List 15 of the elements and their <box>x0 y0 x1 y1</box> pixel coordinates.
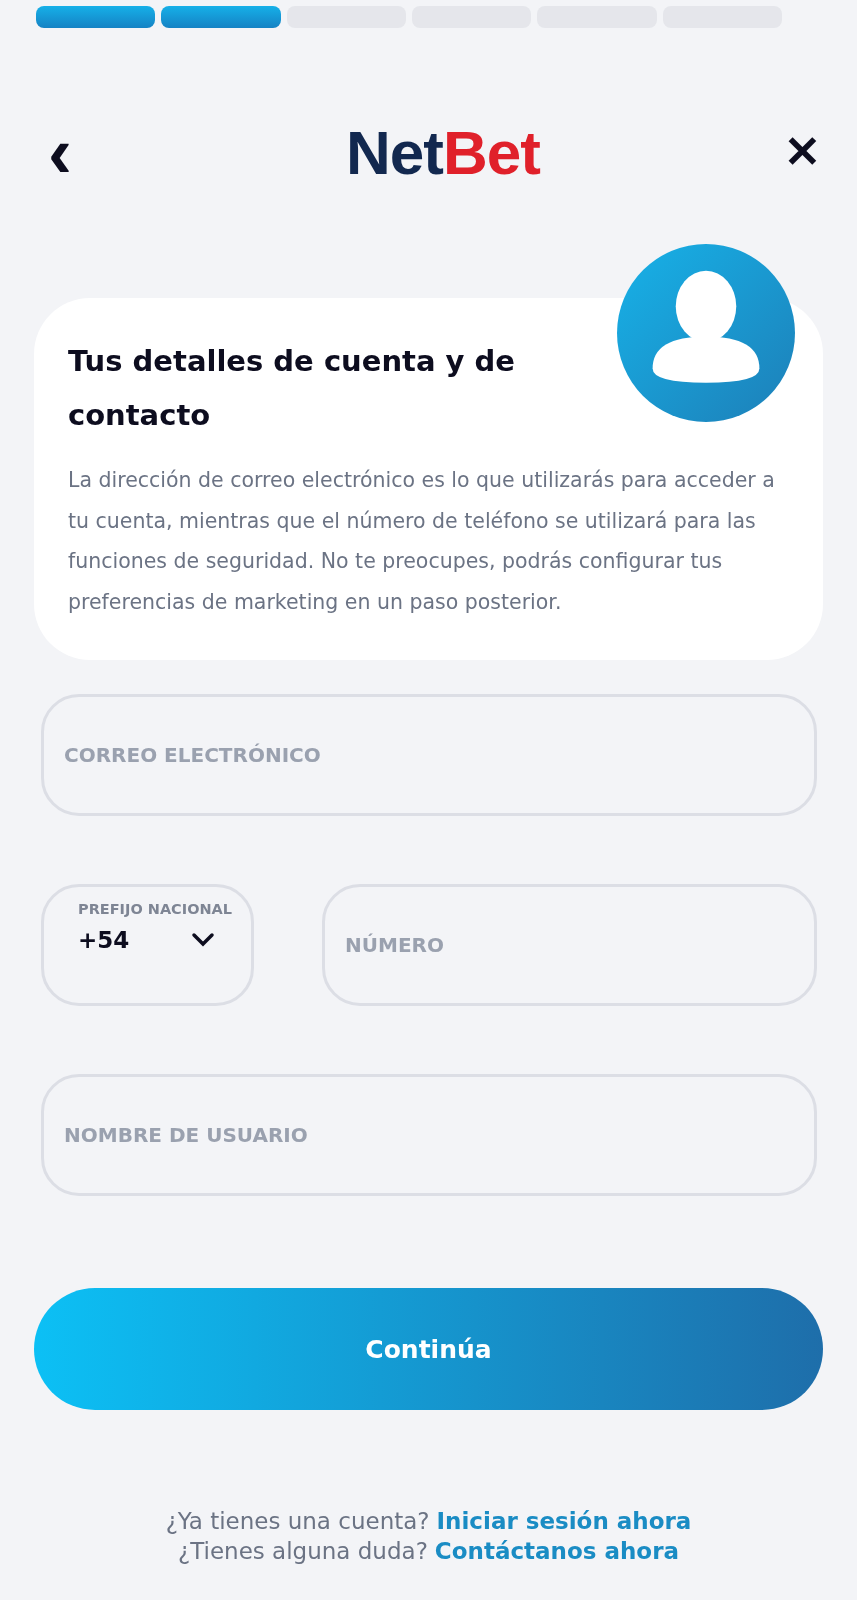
card-title: Tus detalles de cuenta y de contacto <box>68 343 516 434</box>
logo-text: Bet <box>443 116 540 188</box>
card-description: La dirección de correo electrónico es lo que utilizarás para acceder a tu cuenta, mientras que el número de teléfono se utilizará para las funciones de seguridad. No te preocupes, podrás configurar tus preferencias de marketing en un paso posterior. <box>68 467 776 616</box>
username-field[interactable]: NOMBRE DE USUARIO <box>41 1074 817 1196</box>
prefix-value: +54 <box>78 927 130 953</box>
back-button[interactable]: ‹ <box>40 122 80 182</box>
footer-text: ¿Tienes alguna duda? <box>178 1538 428 1564</box>
logo-text: Net <box>346 116 443 188</box>
chevron-down-icon <box>191 932 215 948</box>
footer-text: ¿Ya tienes una cuenta? <box>165 1508 430 1534</box>
email-field[interactable]: CORREO ELECTRÓNICO <box>41 694 817 816</box>
prefix-label: PREFIJO NACIONAL <box>78 901 234 917</box>
close-button[interactable]: ✕ <box>776 122 829 182</box>
phone-number-field[interactable]: NÚMERO <box>322 884 817 1006</box>
country-code-dropdown[interactable]: PREFIJO NACIONAL +54 <box>41 884 254 1006</box>
